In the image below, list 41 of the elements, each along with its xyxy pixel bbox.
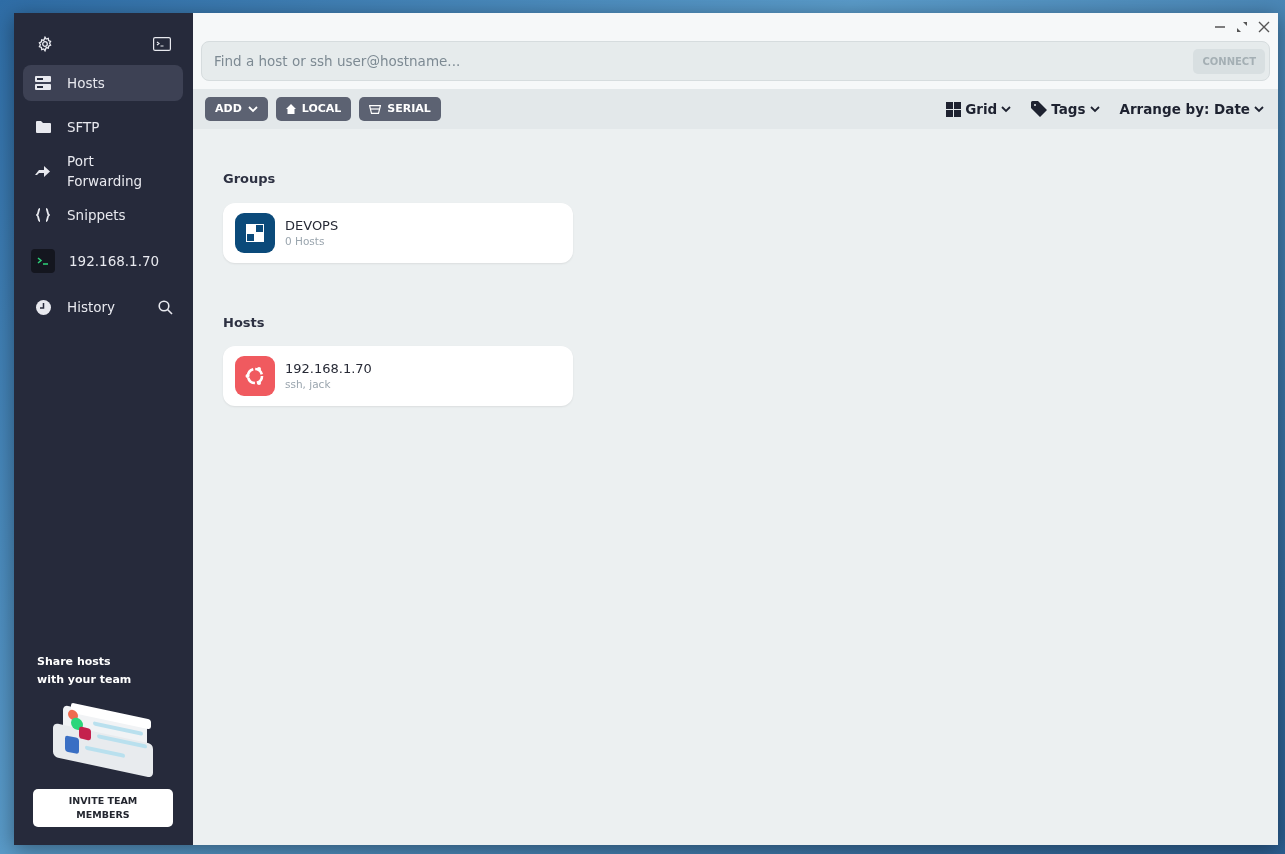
settings-icon[interactable]: [37, 36, 53, 52]
port-icon: [369, 104, 382, 114]
server-icon: [35, 76, 51, 90]
chevron-down-icon: [247, 105, 258, 113]
card-subtitle: ssh, jack: [285, 377, 332, 391]
house-icon: [285, 104, 296, 114]
card-subtitle: 0 Hosts: [285, 233, 326, 248]
tag-icon: [1031, 101, 1048, 117]
terminal-icon[interactable]: [153, 37, 171, 51]
clock-icon: [35, 299, 51, 315]
chevron-down-icon: [1254, 105, 1264, 113]
braces-icon: [36, 208, 50, 222]
terminal-icon: [31, 249, 55, 273]
search-icon[interactable]: [158, 299, 173, 315]
view-option-button[interactable]: Grid: [944, 98, 1014, 120]
grid-icon: [946, 101, 962, 117]
sidebar-item[interactable]: 192.168.1.70: [21, 241, 183, 281]
card-title: DEVOPS: [285, 217, 339, 234]
chevron-down-icon: [1001, 105, 1012, 113]
section-heading: Hosts: [223, 313, 266, 332]
folder-icon: [35, 121, 51, 133]
sidebar-item[interactable]: Port Forwarding: [23, 153, 183, 189]
forward-arrow-icon: [35, 165, 51, 177]
promo-text: Share hosts with your team: [36, 653, 133, 688]
sidebar-item[interactable]: History: [23, 289, 183, 325]
host-card[interactable]: 192.168.1.70 ssh, jack: [223, 346, 573, 406]
chevron-down-icon: [1089, 105, 1100, 113]
sidebar-item[interactable]: SFTP: [23, 109, 183, 145]
section-heading: Groups: [223, 170, 277, 188]
toolbar-button[interactable]: LOCAL: [275, 97, 352, 121]
toolbar-button[interactable]: SERIAL: [359, 97, 441, 121]
maximize-icon[interactable]: [1236, 21, 1248, 33]
group-card[interactable]: DEVOPS 0 Hosts: [223, 202, 573, 263]
invite-team-button[interactable]: INVITE TEAM MEMBERS: [33, 788, 173, 827]
close-icon[interactable]: [1258, 21, 1270, 33]
add-dropdown-button[interactable]: ADD: [205, 97, 268, 121]
sidebar-item[interactable]: Snippets: [23, 197, 183, 233]
view-option-button[interactable]: Arrange by: Date: [1117, 98, 1266, 120]
sidebar-item[interactable]: Hosts: [23, 65, 183, 101]
view-option-button[interactable]: Tags: [1029, 98, 1102, 120]
card-title: 192.168.1.70: [285, 361, 372, 377]
